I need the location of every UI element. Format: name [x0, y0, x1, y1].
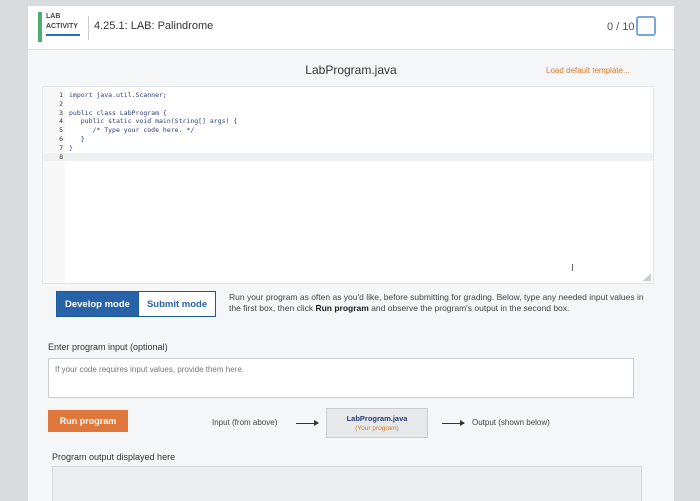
flow-program-name: LabProgram.java — [346, 414, 408, 423]
line-number: 8 — [59, 152, 63, 161]
arrow-right-icon — [296, 420, 319, 426]
line-number: 4 — [59, 117, 63, 126]
line-number: 5 — [59, 126, 63, 135]
lab-activity-badge: LAB ACTIVITY — [38, 12, 80, 42]
lab-header: LAB ACTIVITY 4.25.1: LAB: Palindrome 0 /… — [28, 6, 674, 50]
lab-page: LAB ACTIVITY 4.25.1: LAB: Palindrome 0 /… — [28, 6, 674, 501]
text-cursor-icon: I — [571, 263, 574, 274]
code-editor[interactable]: 1 import java.util.Scanner; 2 3 public class… — [42, 86, 654, 284]
badge-underline — [46, 34, 80, 36]
line-number: 6 — [59, 134, 63, 143]
mode-toggle-group: Develop mode Submit mode — [56, 291, 217, 317]
line-number: 3 — [59, 108, 63, 117]
program-output-box — [52, 466, 642, 501]
score-text: 0 / 10 — [607, 21, 635, 33]
program-input-label: Enter program input (optional) — [48, 342, 168, 352]
flow-program-sub: (Your program) — [355, 425, 399, 432]
line-number: 7 — [59, 143, 63, 152]
resize-handle-icon[interactable] — [643, 273, 651, 281]
flow-input-label: Input (from above) — [212, 418, 278, 427]
load-default-template-link[interactable]: Load default template... — [546, 66, 630, 75]
flow-program-box: LabProgram.java (Your program) — [326, 408, 428, 438]
code-line[interactable]: 3 public class LabProgram { — [43, 109, 653, 118]
code-text[interactable]: public class LabProgram { — [69, 109, 167, 118]
program-output-label: Program output displayed here — [52, 452, 176, 462]
code-lines[interactable]: 1 import java.util.Scanner; 2 3 public class… — [43, 91, 653, 162]
code-line[interactable]: 6 } — [43, 135, 653, 144]
code-line[interactable]: 7} — [43, 144, 653, 153]
code-text[interactable]: import java.util.Scanner; — [69, 91, 167, 100]
submit-mode-button[interactable]: Submit mode — [138, 291, 217, 317]
run-program-button[interactable]: Run program — [48, 410, 128, 432]
flow-output-label: Output (shown below) — [472, 418, 550, 427]
score-checkbox-icon — [636, 16, 656, 36]
code-line[interactable]: 4 public static void main(String[] args)… — [43, 117, 653, 126]
line-number: 2 — [59, 99, 63, 108]
arrow-right-icon — [442, 420, 465, 426]
code-line[interactable]: 5 /* Type your code here. */ — [43, 126, 653, 135]
line-number: 1 — [59, 91, 63, 99]
code-text[interactable]: } — [69, 135, 85, 144]
code-line[interactable]: 8 — [43, 152, 653, 162]
mode-description: Run your program as often as you'd like,… — [229, 292, 644, 313]
code-line[interactable]: 1 import java.util.Scanner; — [43, 91, 653, 100]
lab-title: 4.25.1: LAB: Palindrome — [94, 20, 214, 32]
code-text[interactable]: /* Type your code here. */ — [69, 126, 194, 135]
code-text[interactable]: public static void main(String[] args) { — [69, 117, 238, 126]
code-text[interactable]: } — [69, 144, 73, 153]
header-divider — [88, 16, 89, 40]
program-input-field[interactable] — [48, 358, 634, 398]
develop-mode-button[interactable]: Develop mode — [56, 291, 139, 317]
code-line[interactable]: 2 — [43, 100, 653, 109]
